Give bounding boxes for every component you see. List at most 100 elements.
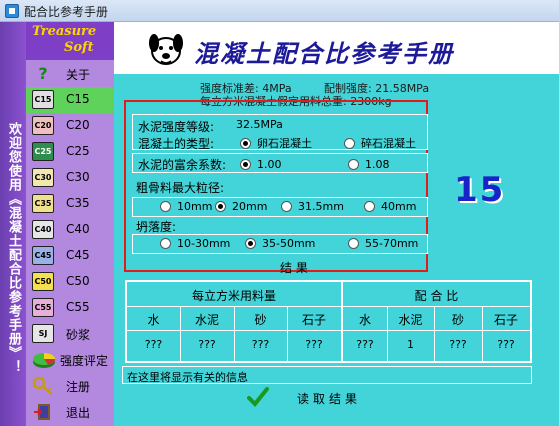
- sidebar-item-c55[interactable]: C55 C55: [26, 295, 114, 321]
- sidebar-item-c25[interactable]: C25 C25: [26, 139, 114, 165]
- radio-agg-10[interactable]: 10mm: [160, 200, 212, 213]
- sidebar-item-label: C45: [66, 248, 90, 262]
- sidebar: Treasure Soft ? 关于 C15 C15 C20 C20 C25 C…: [26, 22, 114, 426]
- title-bar: 配合比参考手册: [0, 0, 559, 22]
- question-icon: ?: [38, 64, 48, 83]
- sidebar-item-exit[interactable]: 退出: [26, 399, 114, 425]
- group-header-amount: 每立方米用料量: [191, 289, 276, 303]
- aggregate-label: 粗骨料最大粒径:: [136, 181, 225, 195]
- sidebar-item-label: C20: [66, 118, 90, 132]
- radio-slump-55-70[interactable]: 55-70mm: [348, 237, 418, 250]
- sidebar-item-c15[interactable]: C15 C15: [26, 87, 114, 113]
- radio-label: 20mm: [232, 200, 268, 213]
- page-title: 混凝土配合比参考手册: [194, 40, 454, 68]
- window-title: 配合比参考手册: [24, 5, 109, 19]
- sidebar-item-label: C35: [66, 196, 90, 210]
- pie-chart-icon: [32, 350, 55, 369]
- radio-label: 40mm: [381, 200, 417, 213]
- radio-label: 31.5mm: [298, 200, 344, 213]
- main-panel: 混凝土配合比参考手册 强度标准差: 4MPa 配制强度: 21.58MPa 每立…: [114, 22, 559, 426]
- cement-grade-label: 水泥强度等级:: [138, 120, 215, 134]
- sidebar-item-c50[interactable]: C50 C50: [26, 269, 114, 295]
- c45-icon: C45: [32, 246, 54, 265]
- radio-agg-20[interactable]: 20mm: [215, 200, 267, 213]
- column-header: 水泥: [194, 313, 219, 327]
- cement-grade-value: 32.5MPa: [236, 118, 283, 131]
- checkmark-icon[interactable]: [247, 386, 269, 408]
- column-header: 水: [358, 313, 371, 327]
- sidebar-item-label: 注册: [66, 380, 91, 394]
- concrete-type-label: 混凝土的类型:: [138, 137, 215, 151]
- group-header-ratio: 配 合 比: [414, 289, 459, 303]
- radio-label: 35-50mm: [262, 237, 316, 250]
- table-cell: ???: [305, 338, 323, 351]
- c25-icon: C25: [32, 142, 54, 161]
- c30-icon: C30: [32, 168, 54, 187]
- sidebar-item-register[interactable]: 注册: [26, 373, 114, 399]
- column-header: 水泥: [398, 313, 423, 327]
- sidebar-item-c35[interactable]: C35 C35: [26, 191, 114, 217]
- radio-label: 10-30mm: [177, 237, 231, 250]
- table-cell: ???: [198, 338, 216, 351]
- radio-label: 卵石混凝土: [257, 137, 312, 150]
- radio-agg-31-5[interactable]: 31.5mm: [281, 200, 344, 213]
- c20-icon: C20: [32, 116, 54, 135]
- radio-dot: [348, 238, 359, 249]
- radio-dot: [240, 138, 251, 149]
- logo-line1: Treasure: [32, 24, 97, 39]
- sidebar-item-label: C15: [66, 92, 90, 106]
- sidebar-item-label: C55: [66, 300, 90, 314]
- sidebar-item-c30[interactable]: C30 C30: [26, 165, 114, 191]
- table-cell: ???: [144, 338, 163, 351]
- radio-gravel-concrete[interactable]: 碎石混凝土: [344, 135, 416, 151]
- radio-richness-108[interactable]: 1.08: [348, 158, 390, 171]
- sidebar-item-label: C40: [66, 222, 90, 236]
- sidebar-item-label: 退出: [66, 406, 91, 420]
- radio-label: 55-70mm: [365, 237, 419, 250]
- c55-icon: C55: [32, 298, 54, 317]
- column-header: 石子: [301, 313, 326, 327]
- radio-label: 10mm: [177, 200, 213, 213]
- sidebar-item-c20[interactable]: C20 C20: [26, 113, 114, 139]
- status-text: 在这里将显示有关的信息: [127, 371, 248, 384]
- radio-dot: [160, 238, 171, 249]
- read-result-button[interactable]: 读取结果: [297, 390, 361, 407]
- c40-icon: C40: [32, 220, 54, 239]
- radio-richness-100[interactable]: 1.00: [240, 158, 282, 171]
- sidebar-item-c45[interactable]: C45 C45: [26, 243, 114, 269]
- radio-dot: [245, 238, 256, 249]
- c35-icon: C35: [32, 194, 54, 213]
- app-icon: [5, 4, 19, 18]
- radio-agg-40[interactable]: 40mm: [364, 200, 416, 213]
- c15-icon: C15: [32, 90, 54, 109]
- column-header: 水: [147, 313, 160, 327]
- table-cell: ???: [449, 338, 467, 351]
- mortar-icon: SJ: [32, 324, 54, 343]
- brand-logo: Treasure Soft: [26, 22, 114, 60]
- radio-slump-35-50[interactable]: 35-50mm: [245, 237, 315, 250]
- radio-label: 碎石混凝土: [361, 137, 416, 150]
- sidebar-item-strength-eval[interactable]: 强度评定: [26, 347, 114, 373]
- sidebar-item-mortar[interactable]: SJ 砂浆: [26, 321, 114, 347]
- sidebar-item-label: 砂浆: [66, 328, 91, 342]
- c50-icon: C50: [32, 272, 54, 291]
- radio-label: 1.00: [257, 158, 282, 171]
- welcome-text: 欢迎您使用《混凝土配合比参考手册》！: [6, 122, 21, 374]
- sidebar-item-label: C25: [66, 144, 90, 158]
- sidebar-item-about[interactable]: ? 关于: [26, 61, 114, 87]
- sidebar-item-c40[interactable]: C40 C40: [26, 217, 114, 243]
- table-cell: ???: [497, 338, 515, 351]
- column-header: 砂: [254, 313, 267, 327]
- column-header: 石子: [493, 313, 518, 327]
- radio-dot: [364, 201, 375, 212]
- key-icon: [32, 376, 54, 395]
- dog-mascot-icon: [149, 34, 183, 65]
- status-bar: 在这里将显示有关的信息: [122, 366, 532, 384]
- grade-display: 15: [454, 170, 506, 210]
- table-cell: 1: [407, 338, 414, 351]
- radio-pebble-concrete[interactable]: 卵石混凝土: [240, 135, 312, 151]
- radio-slump-10-30[interactable]: 10-30mm: [160, 237, 230, 250]
- table-divider: [127, 306, 530, 307]
- radio-dot: [215, 201, 226, 212]
- exit-icon: [32, 402, 54, 421]
